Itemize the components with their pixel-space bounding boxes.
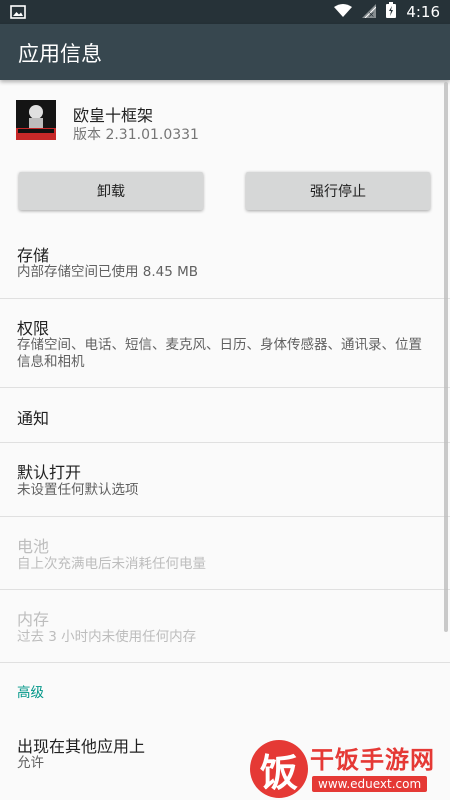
image-notification-icon [10,4,26,20]
page-title: 应用信息 [18,42,102,66]
watermark-title: 干饭手游网 [310,746,435,774]
watermark: 饭 干饭手游网 www.eduext.com [250,738,450,800]
memory-summary: 过去 3 小时内未使用任何内存 [17,629,197,645]
open-by-default-item[interactable]: 默认打开 未设置任何默认选项 [0,443,450,515]
advanced-section-header: 高级 [17,685,44,701]
permissions-summary: 存储空间、电话、短信、麦克风、日历、身体传感器、通讯录、位置信息和相机 [17,337,422,370]
wifi-icon [334,3,353,22]
storage-item[interactable]: 存储 内部存储空间已使用 8.45 MB [0,232,450,292]
uninstall-button[interactable]: 卸载 [19,172,203,210]
permissions-title: 权限 [17,319,50,338]
battery-item: 电池 自上次充满电后未消耗任何电量 [0,517,450,589]
app-bar: 应用信息 [0,24,450,80]
memory-item: 内存 过去 3 小时内未使用任何内存 [0,590,450,662]
clock: 4:16 [406,3,440,21]
signal-icon: × [362,3,377,22]
divider [0,662,450,663]
svg-text:×: × [368,10,375,18]
force-stop-button[interactable]: 强行停止 [246,172,430,210]
open-by-default-summary: 未设置任何默认选项 [17,482,139,498]
memory-title: 内存 [17,610,50,629]
status-bar: × 4:16 [0,0,450,24]
draw-over-apps-title: 出现在其他应用上 [17,737,146,756]
app-version: 版本 2.31.01.0331 [73,127,199,143]
storage-summary: 内部存储空间已使用 8.45 MB [17,264,199,280]
notifications-item[interactable]: 通知 [0,388,450,442]
battery-summary: 自上次充满电后未消耗任何电量 [17,556,206,572]
storage-title: 存储 [17,246,50,265]
watermark-url: www.eduext.com [312,776,428,792]
divider [0,298,450,299]
scrollbar[interactable] [444,82,448,632]
app-icon [16,100,56,140]
notifications-title: 通知 [17,409,50,428]
watermark-logo: 饭 [250,740,308,798]
permissions-item[interactable]: 权限 存储空间、电话、短信、麦克风、日历、身体传感器、通讯录、位置信息和相机 [0,305,450,385]
app-name: 欧皇十框架 [73,106,154,125]
battery-title: 电池 [17,537,50,556]
battery-icon [386,2,397,22]
open-by-default-title: 默认打开 [17,463,82,482]
